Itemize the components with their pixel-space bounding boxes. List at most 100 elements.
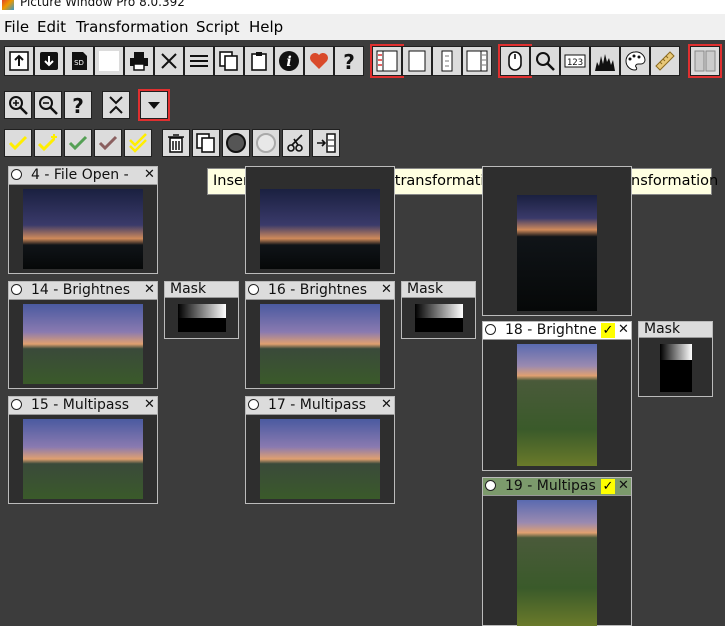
circle-empty-button[interactable] bbox=[252, 129, 280, 157]
mask-thumbnail[interactable] bbox=[178, 304, 226, 332]
histogram-button[interactable] bbox=[590, 46, 620, 76]
transform-node-4[interactable]: 4 - File Open - ✕ bbox=[8, 166, 158, 274]
mouse-icon bbox=[508, 51, 522, 71]
node-radio[interactable] bbox=[248, 399, 259, 410]
mask-panel-2[interactable]: Mask bbox=[401, 281, 476, 339]
node-radio[interactable] bbox=[11, 284, 22, 295]
zoom-in-button[interactable] bbox=[4, 91, 32, 119]
menu-transformation[interactable]: Transformation bbox=[76, 18, 189, 36]
collapse-button[interactable] bbox=[102, 91, 130, 119]
transform-node-14[interactable]: 14 - Brightnes ✕ bbox=[8, 281, 158, 389]
copy-button[interactable] bbox=[214, 46, 244, 76]
dropdown-button[interactable] bbox=[140, 91, 168, 119]
close-icon[interactable]: ✕ bbox=[617, 323, 630, 336]
close-button[interactable] bbox=[154, 46, 184, 76]
number-123-icon: 123 bbox=[564, 54, 586, 68]
image-thumbnail[interactable] bbox=[260, 419, 380, 499]
menu-help[interactable]: Help bbox=[249, 18, 283, 36]
delete-button[interactable] bbox=[162, 129, 190, 157]
palette-button[interactable] bbox=[620, 46, 650, 76]
check-gray-button[interactable] bbox=[94, 129, 122, 157]
mask-header: Mask bbox=[165, 281, 238, 298]
insert-after-button[interactable] bbox=[312, 129, 340, 157]
help-button[interactable]: ? bbox=[334, 46, 364, 76]
copy-transforms-button[interactable] bbox=[192, 129, 220, 157]
blank-page-button[interactable] bbox=[94, 46, 124, 76]
open-file-button[interactable] bbox=[4, 46, 34, 76]
list-button[interactable] bbox=[184, 46, 214, 76]
panel-layout-3-button[interactable] bbox=[432, 46, 462, 76]
window-title: Picture Window Pro 8.0.392 bbox=[20, 0, 185, 9]
node-header: 18 - Brightne ✓ ✕ bbox=[483, 322, 631, 340]
scissors-icon bbox=[287, 134, 303, 152]
mask-thumbnail[interactable] bbox=[415, 304, 463, 332]
mask-header: Mask bbox=[639, 321, 712, 338]
copy-icon bbox=[219, 51, 238, 71]
panel-layout-4-button[interactable] bbox=[462, 46, 492, 76]
menu-script[interactable]: Script bbox=[196, 18, 240, 36]
close-icon[interactable]: ✕ bbox=[143, 168, 156, 181]
node-header: 19 - Multipas ✓ ✕ bbox=[483, 478, 631, 496]
node-radio[interactable] bbox=[11, 169, 22, 180]
transform-node-top-3[interactable] bbox=[482, 166, 632, 316]
node-radio[interactable] bbox=[485, 480, 496, 491]
close-icon[interactable]: ✕ bbox=[143, 398, 156, 411]
select-add-button[interactable] bbox=[34, 129, 62, 157]
select-all-button[interactable] bbox=[124, 129, 152, 157]
select-button[interactable] bbox=[4, 129, 32, 157]
transform-node-16[interactable]: 16 - Brightnes ✕ bbox=[245, 281, 395, 389]
info-button[interactable]: i bbox=[274, 46, 304, 76]
sd-card-button[interactable]: SD bbox=[64, 46, 94, 76]
check-icon: ✓ bbox=[601, 323, 615, 338]
image-thumbnail[interactable] bbox=[260, 304, 380, 384]
panel-layout-2-button[interactable] bbox=[402, 46, 432, 76]
panel-layout-1-button[interactable] bbox=[372, 46, 402, 76]
node-radio[interactable] bbox=[485, 324, 496, 335]
transform-node-top-2[interactable] bbox=[245, 166, 395, 274]
split-view-button[interactable] bbox=[690, 46, 720, 76]
node-label: 16 - Brightnes bbox=[268, 282, 368, 298]
image-thumbnail[interactable] bbox=[517, 195, 597, 311]
node-header: 4 - File Open - ✕ bbox=[9, 167, 157, 185]
check-green-button[interactable] bbox=[64, 129, 92, 157]
mask-thumbnail[interactable] bbox=[660, 344, 692, 392]
help-icon: ? bbox=[72, 94, 84, 116]
paste-button[interactable] bbox=[244, 46, 274, 76]
save-file-button[interactable] bbox=[34, 46, 64, 76]
close-icon[interactable]: ✕ bbox=[617, 479, 630, 492]
help-button-2[interactable]: ? bbox=[64, 91, 92, 119]
transform-node-15[interactable]: 15 - Multipass ✕ bbox=[8, 396, 158, 504]
panel-layout-2-icon bbox=[408, 50, 426, 72]
transform-node-19[interactable]: 19 - Multipas ✓ ✕ bbox=[482, 477, 632, 626]
node-radio[interactable] bbox=[11, 399, 22, 410]
zoom-out-button[interactable] bbox=[34, 91, 62, 119]
cut-button[interactable] bbox=[282, 129, 310, 157]
ruler-button[interactable] bbox=[650, 46, 680, 76]
print-button[interactable] bbox=[124, 46, 154, 76]
svg-text:?: ? bbox=[343, 50, 355, 72]
image-thumbnail[interactable] bbox=[517, 500, 597, 626]
mask-panel-3[interactable]: Mask bbox=[638, 321, 713, 397]
circle-filled-button[interactable] bbox=[222, 129, 250, 157]
node-radio[interactable] bbox=[248, 284, 259, 295]
image-thumbnail[interactable] bbox=[260, 189, 380, 269]
menu-file[interactable]: File bbox=[4, 18, 29, 36]
image-thumbnail[interactable] bbox=[23, 304, 143, 384]
image-thumbnail[interactable] bbox=[23, 189, 143, 269]
mask-panel-1[interactable]: Mask bbox=[164, 281, 239, 339]
transform-node-17[interactable]: 17 - Multipass ✕ bbox=[245, 396, 395, 504]
copy-transforms-icon bbox=[196, 133, 215, 153]
image-thumbnail[interactable] bbox=[23, 419, 143, 499]
svg-text:123: 123 bbox=[567, 58, 583, 68]
magnifier-button[interactable] bbox=[530, 46, 560, 76]
close-icon[interactable]: ✕ bbox=[143, 283, 156, 296]
menu-edit[interactable]: Edit bbox=[37, 18, 66, 36]
numeric-readout-button[interactable]: 123 bbox=[560, 46, 590, 76]
favorite-button[interactable] bbox=[304, 46, 334, 76]
transform-node-18[interactable]: 18 - Brightne ✓ ✕ bbox=[482, 321, 632, 471]
close-icon[interactable]: ✕ bbox=[380, 283, 393, 296]
image-thumbnail[interactable] bbox=[517, 344, 597, 466]
trash-icon bbox=[168, 134, 184, 153]
mouse-mode-button[interactable] bbox=[500, 46, 530, 76]
close-icon[interactable]: ✕ bbox=[380, 398, 393, 411]
